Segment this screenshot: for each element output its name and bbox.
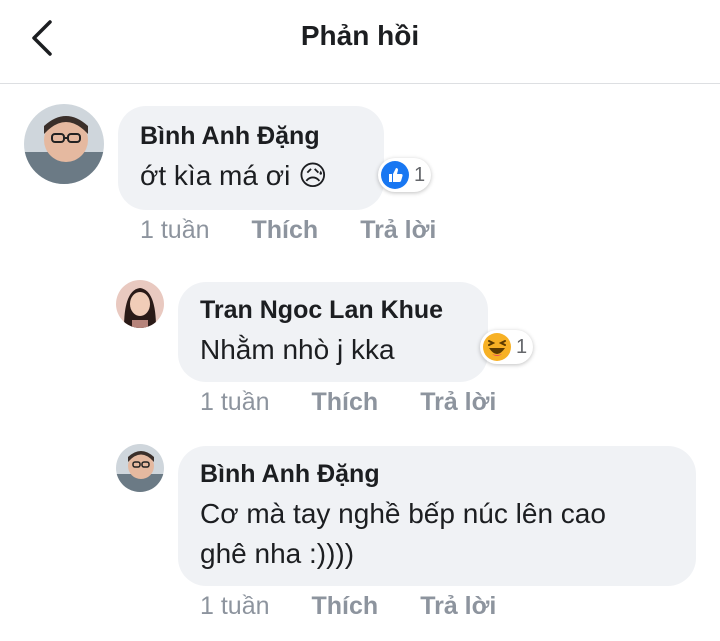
comment-meta: 1 tuần Thích Trả lời: [140, 216, 436, 245]
comment-bubble: Bình Anh Đặng ớt kìa má ơi 😥: [118, 106, 384, 210]
reaction-count: 1: [414, 163, 426, 186]
avatar[interactable]: [116, 280, 164, 328]
like-button[interactable]: Thích: [312, 388, 379, 417]
comment-time[interactable]: 1 tuần: [200, 388, 270, 417]
comment-text-line-2: ghê nha :)))): [200, 538, 355, 569]
comment-bubble: Bình Anh Đặng Cơ mà tay nghề bếp núc lên…: [178, 446, 696, 586]
reaction-count: 1: [516, 335, 528, 358]
comment-bubble: Tran Ngoc Lan Khue Nhằm nhò j kka: [178, 282, 488, 382]
reply-button[interactable]: Trả lời: [420, 388, 496, 417]
comment-meta: 1 tuần Thích Trả lời: [200, 388, 496, 417]
reply-button[interactable]: Trả lời: [420, 592, 496, 621]
comment-author[interactable]: Bình Anh Đặng: [140, 120, 362, 152]
comment-author[interactable]: Bình Anh Đặng: [200, 458, 674, 490]
reaction-summary[interactable]: 1: [378, 158, 432, 192]
like-button[interactable]: Thích: [252, 216, 319, 245]
page-title: Phản hồi: [300, 20, 420, 51]
comment-time[interactable]: 1 tuần: [200, 592, 270, 621]
like-button[interactable]: Thích: [312, 592, 379, 621]
reply-button[interactable]: Trả lời: [360, 216, 436, 245]
reaction-summary[interactable]: 1: [480, 330, 534, 364]
avatar[interactable]: [24, 104, 104, 184]
comment-text-line-1: Cơ mà tay nghề bếp núc lên cao: [200, 498, 606, 529]
top-bar: Phản hồi: [0, 0, 720, 84]
comment-time[interactable]: 1 tuần: [140, 216, 210, 245]
comment-meta: 1 tuần Thích Trả lời: [200, 592, 496, 621]
like-icon: [381, 161, 409, 189]
avatar[interactable]: [116, 444, 164, 492]
haha-icon: [483, 333, 511, 361]
comment-text: Nhằm nhò j kka: [200, 334, 395, 365]
comment-text: ớt kìa má ơi 😥: [140, 160, 328, 191]
comment-author[interactable]: Tran Ngoc Lan Khue: [200, 294, 466, 326]
